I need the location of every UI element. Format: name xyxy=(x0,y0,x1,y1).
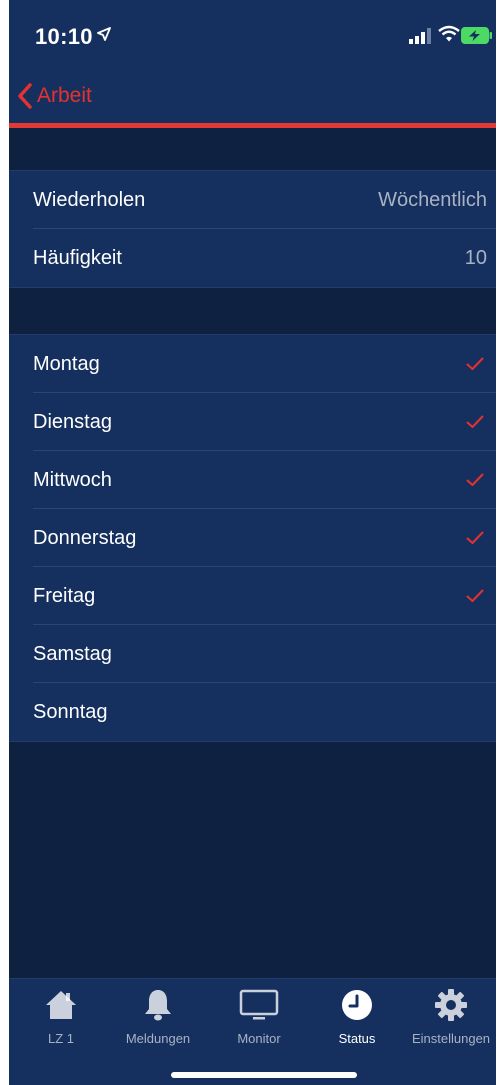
left-edge xyxy=(0,0,9,1085)
wifi-icon xyxy=(438,25,460,43)
weekdays-group: Montag Dienstag Mittwoch Donnerstag Frei xyxy=(9,334,496,742)
day-label: Freitag xyxy=(33,584,96,607)
checkmark-icon xyxy=(466,589,484,602)
day-row-montag[interactable]: Montag xyxy=(9,335,496,393)
tab-bar: LZ 1 Meldungen Monitor Status Einstellun… xyxy=(9,978,496,1085)
day-label: Sonntag xyxy=(33,700,108,723)
battery-charging-icon xyxy=(461,27,493,44)
phone-screen: 10:10 Arbeit Wiederholen Wöchentlich Häu… xyxy=(0,0,498,1085)
status-bar: 10:10 xyxy=(9,0,496,70)
clock-icon xyxy=(337,985,377,1025)
status-time: 10:10 xyxy=(35,24,93,49)
day-row-donnerstag[interactable]: Donnerstag xyxy=(9,509,496,567)
day-row-mittwoch[interactable]: Mittwoch xyxy=(9,451,496,509)
checkmark-icon xyxy=(466,531,484,544)
navigation-bar: Arbeit xyxy=(9,70,496,123)
cellular-signal-icon xyxy=(409,28,435,44)
repeat-row[interactable]: Wiederholen Wöchentlich xyxy=(9,171,496,229)
tab-meldungen[interactable]: Meldungen xyxy=(108,985,208,1055)
tab-label: Meldungen xyxy=(125,1031,191,1046)
section-spacer xyxy=(9,288,496,334)
frequency-label: Häufigkeit xyxy=(33,246,122,269)
repeat-label: Wiederholen xyxy=(33,188,146,211)
screen: 10:10 Arbeit Wiederholen Wöchentlich Häu… xyxy=(9,0,496,1085)
day-label: Dienstag xyxy=(33,410,112,433)
day-label: Samstag xyxy=(33,642,112,665)
day-label: Donnerstag xyxy=(33,526,137,549)
tab-einstellungen[interactable]: Einstellungen xyxy=(401,985,498,1055)
day-label: Montag xyxy=(33,352,100,375)
day-label: Mittwoch xyxy=(33,468,112,491)
chevron-left-icon xyxy=(18,83,32,109)
tab-label: Einstellungen xyxy=(411,1031,491,1046)
day-row-samstag[interactable]: Samstag xyxy=(9,625,496,683)
back-label: Arbeit xyxy=(37,84,92,107)
tab-lz1[interactable]: LZ 1 xyxy=(11,985,111,1055)
back-button[interactable]: Arbeit xyxy=(17,80,92,112)
repeat-value: Wöchentlich xyxy=(378,188,487,211)
tab-label: Status xyxy=(338,1031,376,1046)
bell-icon xyxy=(138,985,178,1025)
checkmark-icon xyxy=(466,415,484,428)
checkmark-icon xyxy=(466,473,484,486)
gear-icon xyxy=(431,985,471,1025)
monitor-icon xyxy=(239,985,279,1025)
checkmark-icon xyxy=(466,357,484,370)
home-icon xyxy=(41,985,81,1025)
day-row-sonntag[interactable]: Sonntag xyxy=(9,683,496,741)
frequency-value: 10 xyxy=(464,246,487,269)
tab-label: LZ 1 xyxy=(47,1031,74,1046)
day-row-freitag[interactable]: Freitag xyxy=(9,567,496,625)
section-spacer xyxy=(9,128,496,170)
day-row-dienstag[interactable]: Dienstag xyxy=(9,393,496,451)
repeat-settings-group: Wiederholen Wöchentlich Häufigkeit 10 xyxy=(9,170,496,288)
tab-monitor[interactable]: Monitor xyxy=(209,985,309,1055)
tab-label: Monitor xyxy=(237,1031,281,1046)
tab-status[interactable]: Status xyxy=(307,985,407,1055)
location-arrow-icon xyxy=(97,27,111,46)
home-indicator xyxy=(171,1072,357,1078)
frequency-row[interactable]: Häufigkeit 10 xyxy=(9,229,496,287)
